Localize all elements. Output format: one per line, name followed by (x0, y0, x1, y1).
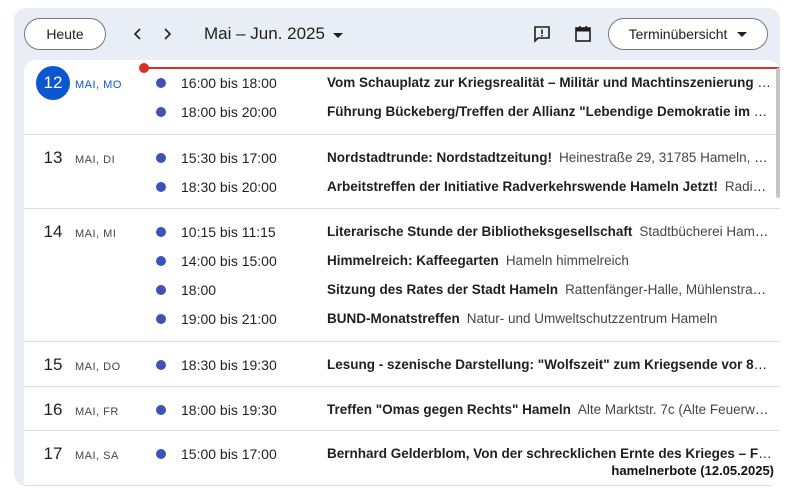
event-item[interactable]: 18:30 bis 20:00 Arbeitstreffen der Initia… (24, 172, 780, 201)
event-location: Hameln himmelreich (505, 253, 629, 268)
event-text: Nordstadtrunde: Nordstadtzeitung! Heinest… (327, 150, 772, 165)
event-title: Bernhard Gelderblom, Von der schrecklich… (327, 446, 772, 461)
event-color-dot (156, 359, 166, 370)
event-item[interactable]: 16:00 bis 18:00 Vom Schauplatz zur Kriegs… (24, 68, 780, 97)
event-title: Nordstadtrunde: Nordstadtzeitung! (327, 150, 552, 165)
event-text: Vom Schauplatz zur Kriegsrealität – Mili… (327, 75, 772, 90)
event-title: Vom Schauplatz zur Kriegsrealität – Mili… (327, 75, 772, 90)
calendar-button[interactable] (571, 22, 595, 46)
previous-period-button[interactable] (124, 20, 152, 48)
event-title: BUND-Monatstreffen (327, 311, 460, 326)
event-time: 18:00 (181, 281, 217, 298)
event-text: Lesung - szenische Darstellung: "Wolfsze… (327, 357, 772, 372)
event-color-dot (156, 152, 166, 163)
view-selector-label: Terminübersicht (628, 26, 728, 42)
event-color-dot (156, 255, 166, 266)
event-text: Führung Bückeberg/Treffen der Allianz "L… (327, 104, 772, 119)
event-item[interactable]: 18:00 Sitzung des Rates der Stadt Hameln R… (24, 275, 780, 304)
scrollbar[interactable] (776, 68, 780, 198)
event-color-dot (156, 226, 166, 237)
event-title: Arbeitstreffen der Initiative Radverkehr… (327, 179, 718, 194)
event-title: Literarische Stunde der Bibliotheksgesel… (327, 224, 633, 239)
today-button[interactable]: Heute (24, 18, 106, 50)
event-title: Treffen "Omas gegen Rechts" Hameln (327, 402, 571, 417)
event-text: Himmelreich: Kaffeegarten Hameln himmelre… (327, 253, 772, 268)
watermark: hamelnerbote (12.05.2025) (611, 463, 774, 478)
event-color-dot (156, 77, 166, 88)
event-color-dot (156, 181, 166, 192)
agenda-day: 14 MAI, MI 10:15 bis 11:15 Literarische Stu… (24, 209, 780, 342)
event-color-dot (156, 106, 166, 117)
event-location: Rattenfänger-Halle, Mühlenstraße ... (565, 282, 772, 297)
event-item[interactable]: 19:00 bis 21:00 BUND-Monatstreffen Natur- … (24, 304, 780, 333)
calendar-frame: Heute Mai – Jun. 2025 Terminübersicht 12… (14, 8, 780, 486)
agenda-day: 13 MAI, DI 15:30 bis 17:00 Nordstadtrunde: … (24, 135, 780, 209)
date-range-label: Mai – Jun. 2025 (204, 24, 325, 43)
event-location: Heinestraße 29, 31785 Hameln, Deu... (559, 150, 772, 165)
event-location: Alte Marktstr. 7c (Alte Feuerwac... (577, 402, 772, 417)
event-time: 15:30 bis 17:00 (181, 149, 277, 166)
agenda-panel: 12 MAI, MO 16:00 bis 18:00 Vom Schauplatz z… (24, 60, 780, 486)
agenda-day: 12 MAI, MO 16:00 bis 18:00 Vom Schauplatz z… (24, 60, 780, 135)
agenda-list: 12 MAI, MO 16:00 bis 18:00 Vom Schauplatz z… (24, 60, 780, 486)
event-title: Himmelreich: Kaffeegarten (327, 253, 499, 268)
caret-down-icon (332, 32, 343, 38)
event-time: 18:30 bis 20:00 (181, 178, 277, 195)
event-time: 14:00 bis 15:00 (181, 252, 277, 269)
event-item[interactable]: 18:00 bis 19:30 Treffen "Omas gegen Recht… (24, 395, 780, 424)
event-item[interactable]: 18:30 bis 19:30 Lesung - szenische Darste… (24, 350, 780, 379)
feedback-icon (534, 26, 550, 43)
event-time: 16:00 bis 18:00 (181, 74, 277, 91)
event-time: 10:15 bis 11:15 (181, 223, 276, 240)
feedback-button[interactable] (530, 22, 554, 46)
event-text: Arbeitstreffen der Initiative Radverkehr… (327, 179, 772, 194)
calendar-icon (575, 26, 591, 42)
event-location: Radio A... (724, 179, 772, 194)
event-text: Bernhard Gelderblom, Von der schrecklich… (327, 446, 772, 461)
event-text: Sitzung des Rates der Stadt Hameln Ratten… (327, 282, 772, 297)
event-time: 19:00 bis 21:00 (181, 310, 277, 327)
event-time: 15:00 bis 17:00 (181, 445, 277, 462)
event-item[interactable]: 18:00 bis 20:00 Führung Bückeberg/Treffen… (24, 97, 780, 126)
event-color-dot (156, 284, 166, 295)
event-text: Treffen "Omas gegen Rechts" Hameln Alte M… (327, 402, 772, 417)
event-text: Literarische Stunde der Bibliotheksgesel… (327, 224, 772, 239)
agenda-day: 16 MAI, FR 18:00 bis 19:30 Treffen "Omas ge… (24, 387, 780, 431)
event-color-dot (156, 404, 166, 415)
event-time: 18:00 bis 19:30 (181, 401, 277, 418)
event-item[interactable]: 15:30 bis 17:00 Nordstadtrunde: Nordstadt… (24, 143, 780, 172)
event-color-dot (156, 448, 166, 459)
event-item[interactable]: 14:00 bis 15:00 Himmelreich: Kaffeegarten… (24, 246, 780, 275)
agenda-day: 15 MAI, DO 18:30 bis 19:30 Lesung - szenisc… (24, 342, 780, 387)
view-selector-button[interactable]: Terminübersicht (608, 18, 768, 50)
event-time: 18:00 bis 20:00 (181, 103, 277, 120)
chevron-right-icon (164, 28, 172, 40)
event-time: 18:30 bis 19:30 (181, 356, 277, 373)
event-title: Lesung - szenische Darstellung: "Wolfsze… (327, 357, 772, 372)
date-range-selector[interactable]: Mai – Jun. 2025 (204, 22, 343, 46)
chevron-left-icon (133, 28, 141, 40)
toolbar: Heute Mai – Jun. 2025 Terminübersicht (14, 8, 780, 60)
caret-down-icon (737, 31, 748, 37)
event-location: Stadtbücherei Hameln... (639, 224, 772, 239)
event-title: Sitzung des Rates der Stadt Hameln (327, 282, 559, 297)
event-location: Natur- und Umweltschutzzentrum Hameln (466, 311, 718, 326)
next-period-button[interactable] (153, 20, 181, 48)
event-item[interactable]: 10:15 bis 11:15 Literarische Stunde der B… (24, 217, 780, 246)
event-color-dot (156, 313, 166, 324)
event-title: Führung Bückeberg/Treffen der Allianz "L… (327, 104, 772, 119)
event-text: BUND-Monatstreffen Natur- und Umweltschut… (327, 311, 772, 326)
